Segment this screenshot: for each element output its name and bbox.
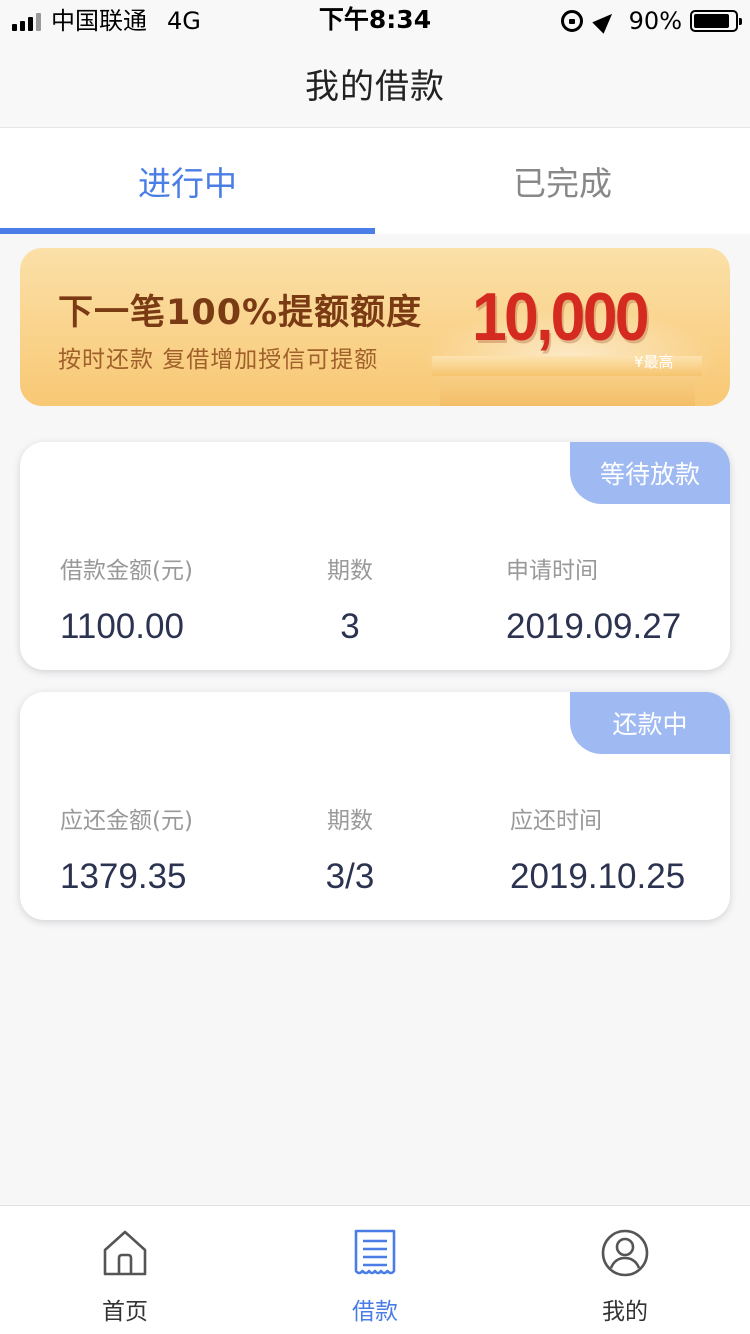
repay-amount-value: 1379.35 bbox=[60, 857, 187, 896]
loan-amount-value: 1100.00 bbox=[60, 607, 184, 646]
tab-in-progress[interactable]: 进行中 bbox=[0, 128, 375, 234]
loan-amount-field: 借款金额(元) 1100.00 bbox=[60, 554, 193, 654]
periods-value: 3/3 bbox=[325, 857, 375, 896]
page: 中国联通 4G 下午8:34 90% 我的借款 进行中 已完成 下一笔100%提… bbox=[0, 0, 750, 1334]
nav-label: 首页 bbox=[102, 1299, 148, 1325]
bottom-tab-bar: 首页 借款 我的 bbox=[0, 1205, 750, 1334]
repay-amount-label: 应还金额(元) bbox=[60, 808, 193, 834]
status-badge: 还款中 bbox=[570, 692, 730, 754]
periods-value: 3 bbox=[340, 607, 360, 646]
loan-status-tabs: 进行中 已完成 bbox=[0, 128, 750, 234]
periods-field: 期数 3 bbox=[310, 554, 390, 654]
periods-field: 期数 3/3 bbox=[310, 804, 390, 904]
nav-label: 我的 bbox=[602, 1299, 648, 1325]
date-field: 申请时间 2019.09.27 bbox=[506, 554, 681, 654]
nav-item-home[interactable]: 首页 bbox=[0, 1206, 250, 1334]
nav-header: 我的借款 bbox=[0, 40, 750, 128]
status-bar: 中国联通 4G 下午8:34 90% bbox=[0, 0, 750, 40]
loan-card[interactable]: 还款中 应还金额(元) 1379.35 期数 3/3 应还时间 2019.10.… bbox=[20, 692, 730, 920]
due-date-field: 应还时间 2019.10.25 bbox=[510, 804, 685, 904]
tab-completed[interactable]: 已完成 bbox=[375, 128, 750, 234]
battery-icon bbox=[690, 10, 742, 32]
banner-subtitle: 按时还款 复借增加授信可提额 bbox=[58, 347, 379, 373]
page-title: 我的借款 bbox=[305, 67, 445, 107]
home-icon bbox=[103, 1230, 147, 1276]
repay-amount-field: 应还金额(元) 1379.35 bbox=[60, 804, 193, 904]
status-badge: 等待放款 bbox=[570, 442, 730, 504]
promo-banner[interactable]: 下一笔100%提额额度 按时还款 复借增加授信可提额 10,000 ¥最高 bbox=[20, 248, 730, 406]
rotation-lock-icon bbox=[560, 10, 583, 32]
banner-max-tag: ¥最高 bbox=[634, 353, 674, 371]
tab-label: 进行中 bbox=[138, 164, 237, 203]
podium-base bbox=[440, 376, 695, 406]
user-icon bbox=[601, 1229, 649, 1277]
status-right: 90% bbox=[560, 6, 742, 36]
nav-item-loans[interactable]: 借款 bbox=[250, 1206, 500, 1334]
loan-amount-label: 借款金额(元) bbox=[60, 558, 193, 584]
date-value: 2019.09.27 bbox=[506, 607, 682, 646]
document-icon bbox=[354, 1229, 396, 1275]
loan-card[interactable]: 等待放款 借款金额(元) 1100.00 期数 3 申请时间 2019.09.2… bbox=[20, 442, 730, 670]
banner-title: 下一笔100%提额额度 bbox=[58, 293, 423, 333]
nav-item-profile[interactable]: 我的 bbox=[500, 1206, 750, 1334]
due-date-value: 2019.10.25 bbox=[510, 857, 686, 896]
tab-label: 已完成 bbox=[513, 164, 612, 203]
banner-amount: 10,000 bbox=[472, 279, 650, 355]
periods-label: 期数 bbox=[327, 558, 373, 584]
battery-percent: 90% bbox=[628, 7, 682, 35]
nav-label: 借款 bbox=[352, 1299, 398, 1325]
location-arrow-icon bbox=[591, 8, 618, 34]
periods-label: 期数 bbox=[327, 808, 373, 834]
date-label: 申请时间 bbox=[506, 558, 598, 584]
due-date-label: 应还时间 bbox=[510, 808, 602, 834]
